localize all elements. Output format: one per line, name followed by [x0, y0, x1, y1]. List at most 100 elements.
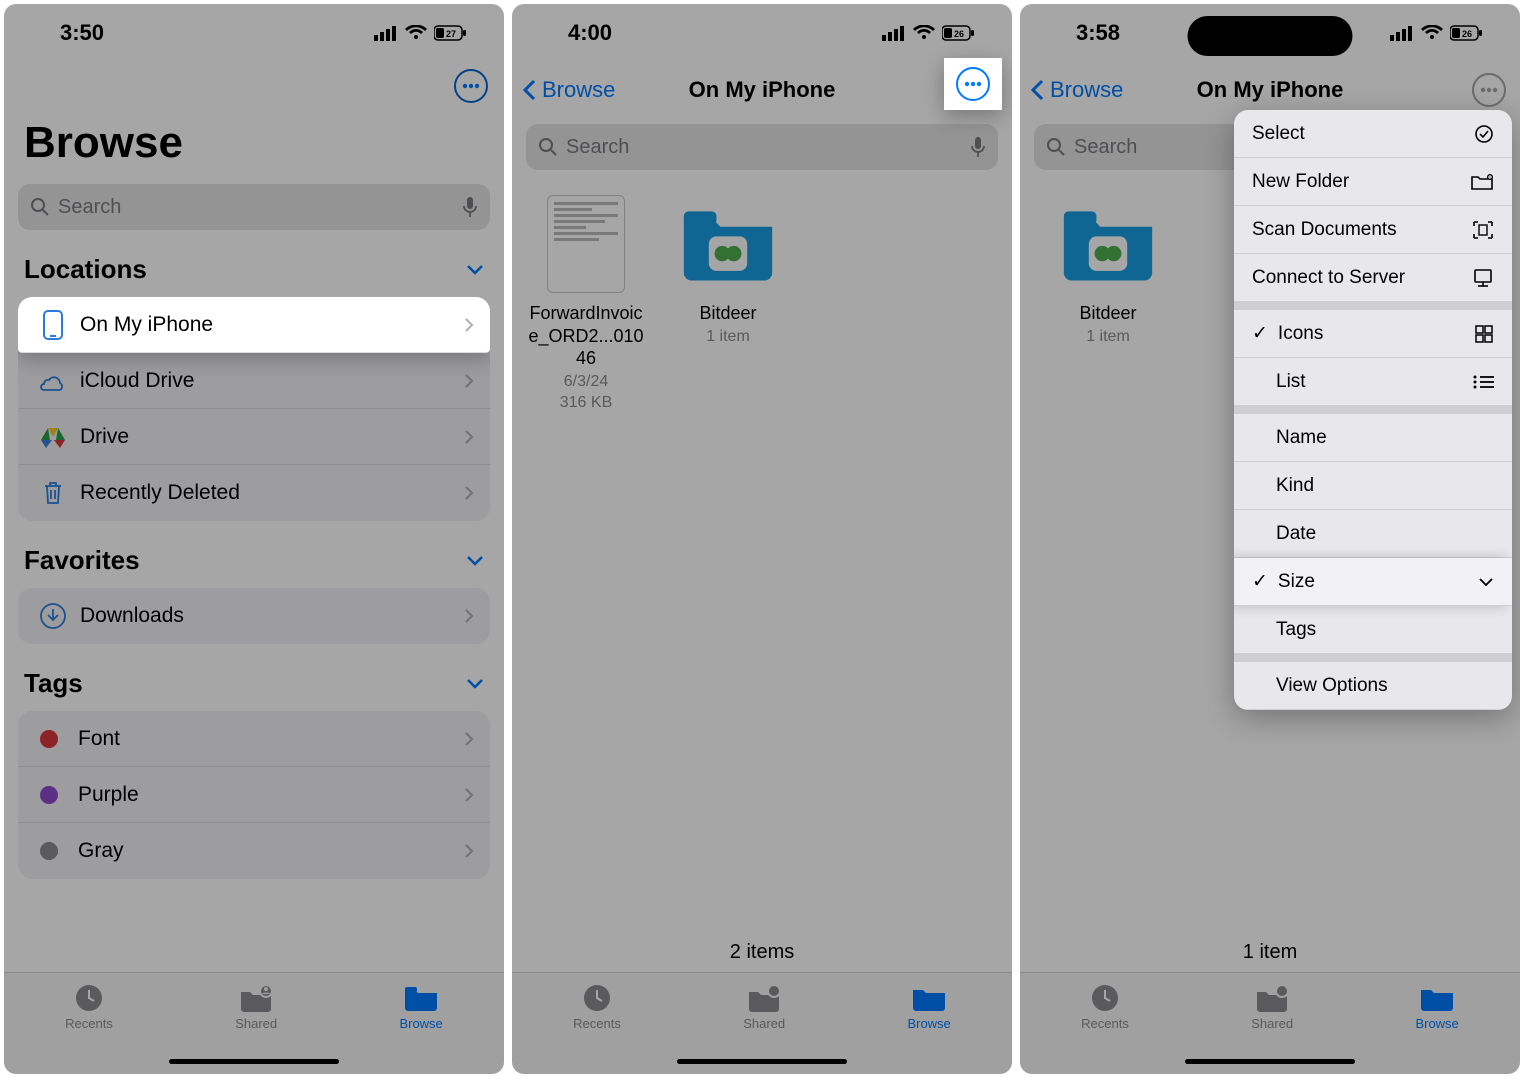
more-button-highlight[interactable]	[944, 58, 1002, 110]
tab-browse[interactable]: Browse	[1415, 983, 1458, 1074]
tag-font[interactable]: Font	[18, 711, 490, 767]
locations-header[interactable]: Locations	[4, 236, 504, 291]
more-button[interactable]	[454, 69, 488, 103]
menu-connect-server[interactable]: Connect to Server	[1234, 254, 1512, 302]
tag-purple[interactable]: Purple	[18, 767, 490, 823]
clock-icon	[581, 983, 613, 1013]
menu-sort-tags[interactable]: Tags	[1234, 606, 1512, 654]
nav-title: On My iPhone	[689, 77, 836, 103]
back-button[interactable]: Browse	[522, 77, 615, 103]
location-recently-deleted[interactable]: Recently Deleted	[18, 465, 490, 521]
favorites-label: Favorites	[24, 545, 140, 576]
menu-scan-documents[interactable]: Scan Documents	[1234, 206, 1512, 254]
chevron-left-icon	[522, 79, 538, 101]
menu-new-folder[interactable]: New Folder	[1234, 158, 1512, 206]
file-name: Bitdeer	[668, 302, 788, 325]
folder-icon	[911, 983, 947, 1013]
location-on-my-iphone[interactable]: On My iPhone	[18, 297, 490, 353]
search-icon	[30, 197, 50, 217]
battery-icon: 26	[1450, 25, 1484, 41]
file-meta: 1 item	[1048, 328, 1168, 346]
svg-text:26: 26	[954, 29, 964, 39]
search-placeholder: Search	[58, 196, 462, 219]
tab-recents[interactable]: Recents	[573, 983, 621, 1074]
select-icon	[1474, 124, 1494, 144]
tag-gray[interactable]: Gray	[18, 823, 490, 879]
locations-label: Locations	[24, 254, 147, 285]
cellular-icon	[1390, 25, 1414, 41]
menu-sort-size[interactable]: ✓Size	[1234, 558, 1512, 606]
chevron-right-icon	[464, 731, 474, 747]
menu-label: Select	[1252, 123, 1305, 145]
tab-label: Shared	[235, 1016, 277, 1031]
back-label: Browse	[542, 77, 615, 103]
nav-bar: Browse On My iPhone	[512, 62, 1012, 118]
more-button[interactable]	[1472, 73, 1506, 107]
tab-browse[interactable]: Browse	[907, 983, 950, 1074]
tab-label: Browse	[1415, 1016, 1458, 1031]
menu-sort-date[interactable]: Date	[1234, 510, 1512, 558]
tags-label: Tags	[24, 668, 83, 699]
file-date: 6/3/24	[526, 373, 646, 391]
home-indicator[interactable]	[677, 1059, 847, 1064]
tab-label: Browse	[907, 1016, 950, 1031]
search-placeholder: Search	[566, 136, 970, 159]
search-field[interactable]: Search	[526, 124, 998, 170]
tab-recents[interactable]: Recents	[65, 983, 113, 1074]
file-name: Bitdeer	[1048, 302, 1168, 325]
menu-list-view[interactable]: List	[1234, 358, 1512, 406]
clock-icon	[73, 983, 105, 1013]
status-time: 3:58	[1076, 20, 1120, 46]
shared-folder-icon	[1254, 983, 1290, 1013]
menu-label: View Options	[1276, 675, 1388, 697]
chevron-down-icon	[466, 264, 484, 276]
tag-label: Purple	[78, 783, 464, 807]
chevron-down-icon	[466, 678, 484, 690]
file-document[interactable]: ForwardInvoice_ORD2...01046 6/3/24 316 K…	[526, 196, 646, 412]
folder-thumb	[1060, 196, 1156, 292]
back-button[interactable]: Browse	[1030, 77, 1123, 103]
home-indicator[interactable]	[169, 1059, 339, 1064]
menu-view-options[interactable]: View Options	[1234, 662, 1512, 710]
dynamic-island	[1188, 16, 1353, 56]
search-icon	[538, 137, 558, 157]
search-field[interactable]: Search	[18, 184, 490, 230]
file-folder[interactable]: Bitdeer 1 item	[1048, 196, 1168, 346]
favorites-header[interactable]: Favorites	[4, 527, 504, 582]
status-time: 3:50	[60, 20, 104, 46]
tag-label: Font	[78, 727, 464, 751]
wifi-icon	[913, 25, 935, 41]
chevron-down-icon	[1478, 577, 1494, 587]
dictate-icon[interactable]	[462, 196, 478, 218]
search-icon	[1046, 137, 1066, 157]
menu-sort-kind[interactable]: Kind	[1234, 462, 1512, 510]
location-icloud-drive[interactable]: iCloud Drive	[18, 353, 490, 409]
chevron-right-icon	[464, 787, 474, 803]
more-button[interactable]	[956, 67, 990, 101]
ellipsis-icon	[1480, 87, 1498, 93]
tags-list: Font Purple Gray	[18, 711, 490, 879]
chevron-right-icon	[464, 843, 474, 859]
dictate-icon[interactable]	[970, 136, 986, 158]
tag-dot-icon	[40, 786, 58, 804]
tab-label: Shared	[743, 1016, 785, 1031]
tab-browse[interactable]: Browse	[399, 983, 442, 1074]
menu-sort-name[interactable]: Name	[1234, 414, 1512, 462]
menu-select[interactable]: Select	[1234, 110, 1512, 158]
folder-icon	[403, 983, 439, 1013]
locations-list: On My iPhone iCloud Drive Drive Recently…	[18, 297, 490, 521]
menu-label: Date	[1276, 523, 1316, 545]
tags-header[interactable]: Tags	[4, 650, 504, 705]
home-indicator[interactable]	[1185, 1059, 1355, 1064]
favorite-downloads[interactable]: Downloads	[18, 588, 490, 644]
file-folder[interactable]: Bitdeer 1 item	[668, 196, 788, 412]
ellipsis-icon	[964, 81, 982, 87]
menu-separator	[1234, 302, 1512, 310]
menu-label: Connect to Server	[1252, 267, 1405, 289]
shared-folder-icon	[238, 983, 274, 1013]
location-label: Drive	[80, 425, 464, 449]
menu-icons-view[interactable]: ✓Icons	[1234, 310, 1512, 358]
file-size: 316 KB	[526, 394, 646, 412]
location-drive[interactable]: Drive	[18, 409, 490, 465]
tab-recents[interactable]: Recents	[1081, 983, 1129, 1074]
